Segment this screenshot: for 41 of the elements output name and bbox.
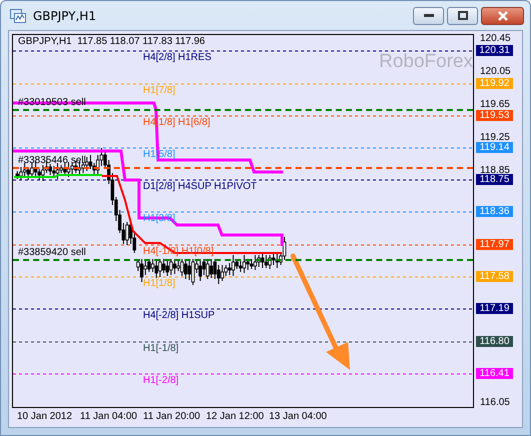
minimize-icon: [424, 14, 434, 18]
level-label: H1[-2/8]: [143, 375, 179, 386]
price-badge: 119.14: [476, 142, 513, 153]
maximize-icon: [458, 11, 468, 20]
price-badge: 119.53: [476, 110, 513, 121]
price-badge: 117.19: [476, 303, 513, 314]
level-label: D1[2/8] H4SUP H1PIVOT: [143, 181, 257, 192]
price-tick: 116.05: [480, 397, 510, 408]
order-label: #33835446 sell: [18, 155, 86, 166]
maximize-button[interactable]: [447, 6, 478, 24]
price-badge: 119.92: [476, 78, 513, 89]
time-label: 10 Jan 2012: [17, 411, 72, 422]
time-label: 11 Jan 20:00: [143, 411, 200, 422]
time-label: 11 Jan 04:00: [80, 411, 138, 422]
price-tick: 119.65: [480, 99, 510, 110]
price-badge: 117.97: [476, 239, 513, 250]
price-badge: 117.58: [476, 271, 513, 282]
close-button[interactable]: [481, 6, 524, 24]
order-label: #33859420 sell: [18, 247, 86, 258]
level-label: H4[-2/8] H1SUP: [143, 310, 215, 321]
level-label: H1[1/8]: [143, 278, 176, 289]
level-label: H4[2/8] H1RES: [143, 52, 212, 63]
price-tick: 118.85: [480, 165, 510, 176]
price-badge: 118.36: [476, 206, 513, 217]
window-title: GBPJPY,H1: [33, 8, 96, 22]
chart-window-icon: [10, 8, 26, 22]
price-tick: 120.45: [480, 33, 511, 44]
price-badge: 116.41: [476, 368, 513, 379]
price-badge: 120.31: [476, 45, 513, 56]
time-label: 12 Jan 12:00: [206, 411, 264, 422]
minimize-button[interactable]: [413, 6, 444, 24]
price-badge: 116.80: [476, 336, 513, 347]
time-label: 13 Jan 04:00: [269, 411, 327, 422]
price-badge: 118.75: [476, 174, 513, 185]
broker-label: RoboForex: [379, 51, 473, 73]
level-label: H1[7/8]: [143, 85, 176, 96]
price-tick: 119.25: [480, 132, 510, 143]
close-icon: [496, 10, 508, 20]
chart-header: GBPJPY,H1 117.85 118.07 117.83 117.96: [18, 36, 205, 47]
level-label: H1[-1/8]: [143, 343, 179, 354]
price-tick: 120.05: [480, 66, 511, 77]
